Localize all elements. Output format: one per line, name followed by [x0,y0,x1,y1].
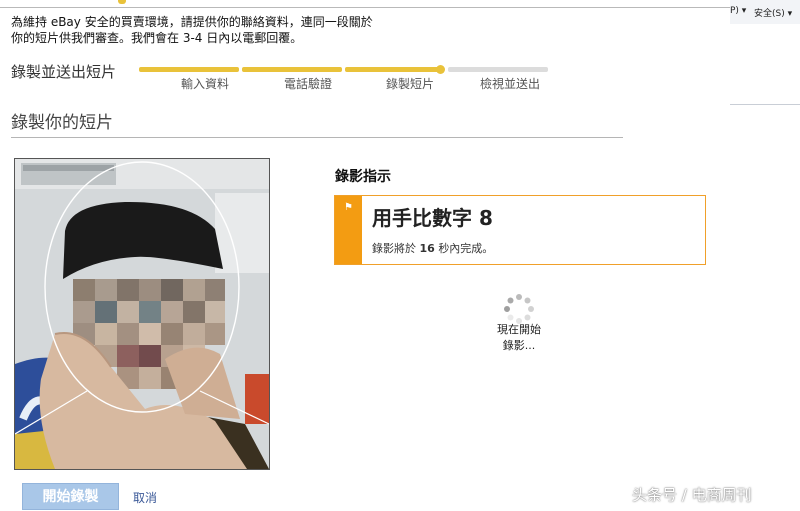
page-menu[interactable]: P) ▾ [730,6,746,16]
cancel-link[interactable]: 取消 [133,489,157,506]
browser-side-panel [730,24,800,105]
progress-current-marker [436,65,445,74]
progress-title: 錄製並送出短片 [11,63,117,81]
loading-spinner-icon [504,294,534,324]
start-recording-button[interactable]: 開始錄製 [22,483,119,510]
notice-line-2: 你的短片供我們審查。我們會在 3-4 日內以電郵回覆。 [11,31,303,45]
window-top-strip [0,0,730,8]
countdown-seconds: 16 [419,242,435,255]
countdown-prefix: 錄影將於 [372,242,416,255]
step-label-enter-info: 輸入資料 [181,77,230,91]
webcam-frame-image [15,159,269,469]
progress-bar-step-4 [448,67,548,72]
countdown-suffix: 秒內完成。 [438,242,494,255]
progress-bar-step-1 [139,67,239,72]
watermark: 头条号 / 电商周刊 [632,486,752,504]
instruction-accent-bar: ⚑ [335,196,362,264]
step-label-record-video: 錄製短片 [386,77,435,91]
progress-bar-step-2 [242,67,342,72]
progress-bar-step-3 [345,67,440,72]
tab-edge-marker [118,0,126,4]
loading-status: 現在開始 錄影... [479,322,559,354]
loading-line-1: 現在開始 [497,323,541,336]
browser-toolbar: P) ▾ 安全(S) ▾ [730,0,800,25]
loading-line-2: 錄影... [502,339,536,352]
gesture-instruction: 用手比數字 8 [372,206,493,230]
section-title: 錄製你的短片 [11,113,113,133]
step-label-review-submit: 檢視並送出 [480,77,541,91]
security-menu[interactable]: 安全(S) ▾ [754,6,792,19]
verification-notice: 為維持 eBay 安全的買賣環境，請提供你的聯絡資料，連同一段關於 你的短片供我… [11,14,451,46]
webcam-preview [14,158,270,470]
countdown-text: 錄影將於 16 秒內完成。 [372,240,493,256]
instructions-heading: 錄影指示 [335,169,391,185]
flag-icon: ⚑ [344,202,353,213]
notice-line-1: 為維持 eBay 安全的買賣環境，請提供你的聯絡資料，連同一段關於 [11,15,373,29]
step-label-phone-verify: 電話驗證 [284,77,333,91]
section-divider [11,137,623,138]
instruction-card: ⚑ 用手比數字 8 錄影將於 16 秒內完成。 [334,195,706,265]
